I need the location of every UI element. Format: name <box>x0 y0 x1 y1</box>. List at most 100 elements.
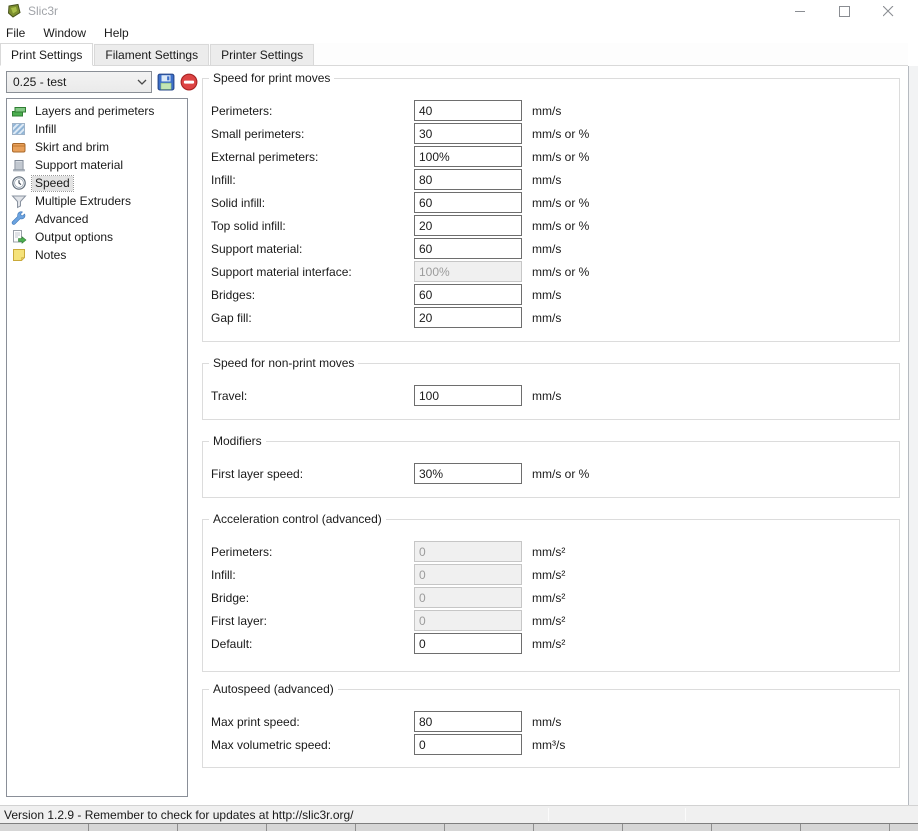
sidebar-item-skirt-and-brim[interactable]: Skirt and brim <box>7 138 187 156</box>
input-bridges[interactable] <box>414 284 522 305</box>
input-gap-fill[interactable] <box>414 307 522 328</box>
setting-row: Small perimeters: mm/s or % <box>211 123 889 144</box>
setting-row: First layer: mm/s² <box>211 610 889 631</box>
setting-unit: mm/s² <box>532 545 565 559</box>
window-right-edge <box>908 66 918 805</box>
input-max-print-speed[interactable] <box>414 711 522 732</box>
setting-label: Small perimeters: <box>211 127 414 141</box>
setting-label: External perimeters: <box>211 150 414 164</box>
group-speed-for-print-moves: Speed for print moves Perimeters: mm/s S… <box>202 78 900 342</box>
setting-row: Travel: mm/s <box>211 385 889 406</box>
chevron-down-icon <box>137 79 147 85</box>
setting-row: External perimeters: mm/s or % <box>211 146 889 167</box>
tab-filament-settings[interactable]: Filament Settings <box>94 44 209 65</box>
delete-preset-button[interactable] <box>180 73 198 91</box>
input-default[interactable] <box>414 633 522 654</box>
sidebar-item-infill[interactable]: Infill <box>7 120 187 138</box>
output-icon <box>11 229 27 245</box>
input-perimeters[interactable] <box>414 541 522 562</box>
setting-label: Bridges: <box>211 288 414 302</box>
input-first-layer[interactable] <box>414 610 522 631</box>
setting-label: Perimeters: <box>211 545 414 559</box>
setting-label: Bridge: <box>211 591 414 605</box>
setting-unit: mm/s <box>532 242 561 256</box>
preset-select[interactable]: 0.25 - test <box>6 71 152 93</box>
sidebar-item-support-material[interactable]: Support material <box>7 156 187 174</box>
input-travel[interactable] <box>414 385 522 406</box>
setting-row: Perimeters: mm/s² <box>211 541 889 562</box>
speed-icon <box>11 175 27 191</box>
setting-label: First layer speed: <box>211 467 414 481</box>
save-preset-button[interactable] <box>157 73 175 91</box>
slic3r-window: Slic3r FileWindowHelp Print SettingsFila… <box>0 0 918 831</box>
skirt-icon <box>11 139 27 155</box>
setting-label: Gap fill: <box>211 311 414 325</box>
setting-unit: mm/s <box>532 715 561 729</box>
setting-row: Gap fill: mm/s <box>211 307 889 328</box>
setting-unit: mm/s <box>532 104 561 118</box>
setting-row: First layer speed: mm/s or % <box>211 463 889 484</box>
input-top-solid-infill[interactable] <box>414 215 522 236</box>
sidebar-item-speed[interactable]: Speed <box>7 174 187 192</box>
notes-icon <box>11 247 27 263</box>
setting-unit: mm/s <box>532 311 561 325</box>
settings-panel: Speed for print moves Perimeters: mm/s S… <box>202 0 900 800</box>
sidebar-item-layers-and-perimeters[interactable]: Layers and perimeters <box>7 102 187 120</box>
setting-label: Support material interface: <box>211 265 414 279</box>
setting-unit: mm/s² <box>532 614 565 628</box>
infill-icon <box>11 121 27 137</box>
setting-label: Perimeters: <box>211 104 414 118</box>
input-infill[interactable] <box>414 564 522 585</box>
input-support-material[interactable] <box>414 238 522 259</box>
group-modifiers: Modifiers First layer speed: mm/s or % <box>202 441 900 498</box>
preset-value: 0.25 - test <box>13 75 137 89</box>
menu-item-help[interactable]: Help <box>95 23 138 43</box>
group-title: Speed for non-print moves <box>209 356 358 370</box>
input-max-volumetric-speed[interactable] <box>414 734 522 755</box>
window-bottom-edge <box>0 823 918 831</box>
setting-unit: mm/s or % <box>532 219 589 233</box>
menu-item-window[interactable]: Window <box>34 23 95 43</box>
setting-label: Travel: <box>211 389 414 403</box>
input-small-perimeters[interactable] <box>414 123 522 144</box>
setting-row: Infill: mm/s² <box>211 564 889 585</box>
slic3r-logo-icon <box>6 3 22 19</box>
setting-row: Support material interface: mm/s or % <box>211 261 889 282</box>
sidebar-item-output-options[interactable]: Output options <box>7 228 187 246</box>
sidebar-item-multiple-extruders[interactable]: Multiple Extruders <box>7 192 187 210</box>
statusbar-divider <box>548 808 549 821</box>
input-support-material-interface[interactable] <box>414 261 522 282</box>
setting-label: Max print speed: <box>211 715 414 729</box>
input-bridge[interactable] <box>414 587 522 608</box>
window-title: Slic3r <box>28 4 58 18</box>
setting-label: Default: <box>211 637 414 651</box>
support-icon <box>11 157 27 173</box>
setting-row: Top solid infill: mm/s or % <box>211 215 889 236</box>
setting-unit: mm³/s <box>532 738 565 752</box>
setting-row: Max print speed: mm/s <box>211 711 889 732</box>
group-title: Acceleration control (advanced) <box>209 512 386 526</box>
statusbar: Version 1.2.9 - Remember to check for up… <box>0 805 918 823</box>
group-title: Modifiers <box>209 434 266 448</box>
sidebar-item-advanced[interactable]: Advanced <box>7 210 187 228</box>
input-external-perimeters[interactable] <box>414 146 522 167</box>
setting-unit: mm/s or % <box>532 265 589 279</box>
input-infill[interactable] <box>414 169 522 190</box>
tab-print-settings[interactable]: Print Settings <box>0 43 93 66</box>
group-acceleration-control-advanced-: Acceleration control (advanced) Perimete… <box>202 519 900 672</box>
sidebar-item-notes[interactable]: Notes <box>7 246 187 264</box>
setting-unit: mm/s or % <box>532 127 589 141</box>
input-solid-infill[interactable] <box>414 192 522 213</box>
setting-unit: mm/s² <box>532 568 565 582</box>
setting-unit: mm/s <box>532 288 561 302</box>
group-speed-for-non-print-moves: Speed for non-print moves Travel: mm/s <box>202 363 900 420</box>
setting-unit: mm/s² <box>532 637 565 651</box>
input-first-layer-speed[interactable] <box>414 463 522 484</box>
input-perimeters[interactable] <box>414 100 522 121</box>
setting-label: First layer: <box>211 614 414 628</box>
menu-item-file[interactable]: File <box>0 23 34 43</box>
group-title: Autospeed (advanced) <box>209 682 338 696</box>
setting-row: Infill: mm/s <box>211 169 889 190</box>
setting-label: Solid infill: <box>211 196 414 210</box>
setting-row: Bridge: mm/s² <box>211 587 889 608</box>
